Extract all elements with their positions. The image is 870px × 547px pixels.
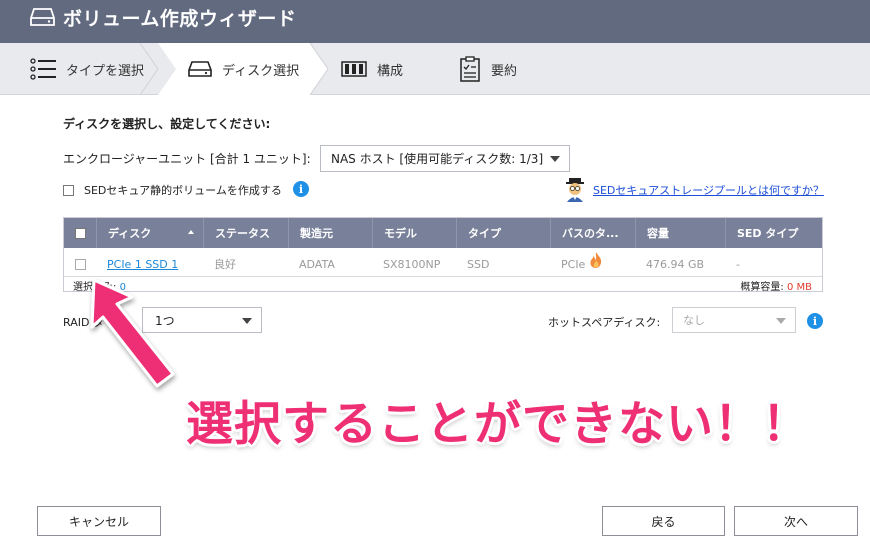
row-checkbox[interactable] bbox=[75, 258, 86, 270]
step-label: 要約 bbox=[491, 63, 518, 79]
step-select-type: タイプを選択 bbox=[30, 43, 144, 95]
step-summary: 要約 bbox=[459, 43, 517, 95]
raid-icon bbox=[341, 61, 367, 77]
chevron-down-icon bbox=[550, 156, 560, 162]
cell-capacity: 476.94 GB bbox=[646, 257, 705, 271]
cell-vendor: ADATA bbox=[299, 257, 335, 271]
raid-type-select[interactable]: 1つ bbox=[142, 307, 262, 333]
cell-bus: PCIe bbox=[550, 249, 635, 279]
cell-disk: PCIe 1 SSD 1 bbox=[96, 249, 203, 279]
column-sed-type[interactable]: SED タイプ bbox=[725, 218, 822, 248]
sed-checkbox-label: SEDセキュア静的ボリュームを作成する bbox=[84, 184, 282, 197]
enclosure-value: NAS ホスト [使用可能ディスク数: 1/3] bbox=[331, 152, 544, 166]
window-title: ボリューム作成ウィザード bbox=[63, 8, 297, 30]
cell-sed-type: - bbox=[736, 257, 740, 271]
table-header: ディスク ステータス 製造元 モデル タイプ バスのタ... 容量 SED タイ… bbox=[64, 218, 822, 248]
column-bus[interactable]: バスのタ... bbox=[550, 218, 635, 248]
info-icon[interactable]: i bbox=[807, 313, 823, 329]
flame-icon bbox=[590, 252, 602, 268]
table-footer: 選択済み: 0 概算容量: 0 MB bbox=[64, 276, 822, 293]
column-model[interactable]: モデル bbox=[372, 218, 456, 248]
raid-type-value: 1つ bbox=[155, 313, 175, 328]
column-capacity[interactable]: 容量 bbox=[635, 218, 725, 248]
step-separator bbox=[310, 43, 328, 95]
hot-spare-value: なし bbox=[683, 314, 705, 327]
raid-type-label: RAID タ bbox=[63, 316, 104, 329]
cancel-button[interactable]: キャンセル bbox=[37, 506, 161, 536]
disk-name-link[interactable]: PCIe 1 SSD 1 bbox=[107, 258, 178, 271]
instruction-text: ディスクを選択し、設定してください: bbox=[63, 117, 271, 131]
next-button[interactable]: 次へ bbox=[734, 506, 858, 536]
disk-table: ディスク ステータス 製造元 モデル タイプ バスのタ... 容量 SED タイ… bbox=[63, 217, 823, 293]
list-icon bbox=[30, 58, 56, 80]
chevron-down-icon bbox=[776, 318, 786, 324]
back-button[interactable]: 戻る bbox=[602, 506, 725, 536]
cell-type: SSD bbox=[467, 257, 490, 271]
enclosure-select[interactable]: NAS ホスト [使用可能ディスク数: 1/3] bbox=[320, 145, 570, 172]
hot-spare-label: ホットスペアディスク: bbox=[548, 316, 661, 329]
hot-spare-select[interactable]: なし bbox=[672, 307, 796, 333]
selected-count: 選択済み: 0 bbox=[73, 282, 126, 293]
wizard-steps: タイプを選択 ディスク選択 構成 要約 bbox=[0, 43, 870, 95]
hdd-icon bbox=[30, 8, 55, 26]
sed-checkbox[interactable] bbox=[63, 184, 74, 196]
step-select-disk: ディスク選択 bbox=[188, 43, 299, 95]
step-label: 構成 bbox=[377, 63, 404, 79]
column-type[interactable]: タイプ bbox=[456, 218, 550, 248]
sed-option: SEDセキュア静的ボリュームを作成する bbox=[63, 182, 282, 198]
step-label: ディスク選択 bbox=[222, 63, 300, 79]
sort-asc-icon bbox=[188, 230, 194, 234]
step-label: タイプを選択 bbox=[66, 63, 145, 79]
title-bar: ボリューム作成ウィザード bbox=[0, 0, 870, 43]
bus-value: PCIe bbox=[561, 257, 586, 271]
estimated-capacity: 概算容量: 0 MB bbox=[740, 282, 812, 293]
cell-status: 良好 bbox=[214, 258, 236, 271]
row-select-cell bbox=[64, 249, 96, 279]
summary-icon bbox=[460, 56, 480, 82]
select-all-cell bbox=[64, 218, 96, 248]
sed-help-link[interactable]: SEDセキュアストレージプールとは何ですか？ bbox=[593, 182, 824, 198]
select-all-checkbox[interactable] bbox=[75, 227, 86, 239]
table-row[interactable]: PCIe 1 SSD 1 良好 ADATA SX8100NP SSD PCIe … bbox=[64, 249, 822, 279]
sed-help: SEDセキュアストレージプールとは何ですか？ bbox=[563, 178, 824, 202]
info-icon[interactable]: i bbox=[293, 181, 309, 197]
disk-icon bbox=[188, 61, 212, 77]
cell-model: SX8100NP bbox=[383, 257, 441, 271]
column-status[interactable]: ステータス bbox=[203, 218, 288, 248]
step-configure: 構成 bbox=[341, 43, 403, 95]
column-disk[interactable]: ディスク bbox=[96, 218, 203, 248]
helper-avatar-icon bbox=[566, 178, 584, 202]
column-vendor[interactable]: 製造元 bbox=[288, 218, 372, 248]
annotation-text: 選択することができない！！ bbox=[186, 397, 810, 452]
enclosure-label: エンクロージャーユニット [合計 1 ユニット]: bbox=[63, 152, 311, 166]
chevron-down-icon bbox=[242, 318, 252, 324]
